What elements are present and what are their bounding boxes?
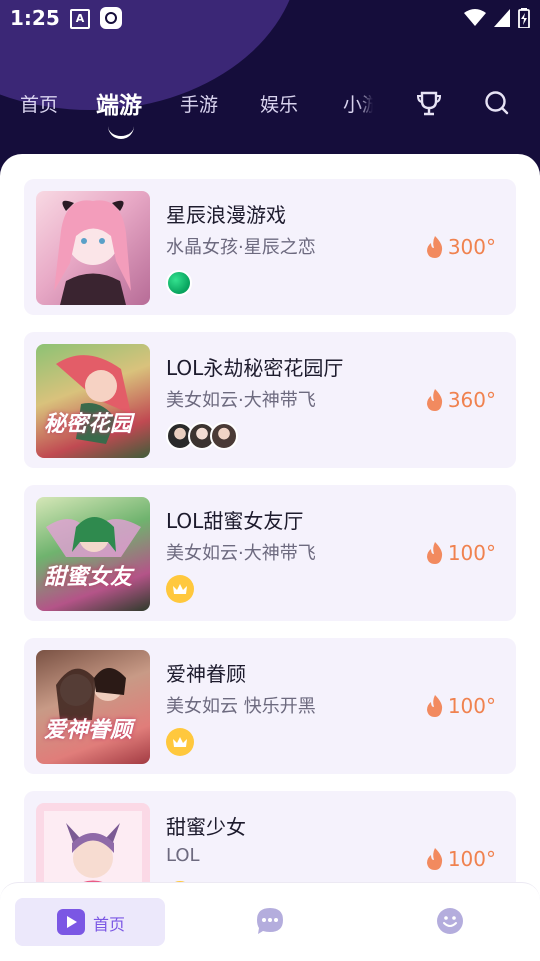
- green-status-badge: [166, 270, 192, 296]
- flame-icon: [426, 695, 442, 717]
- chat-icon[interactable]: [256, 907, 284, 935]
- tab-mobile-games[interactable]: 手游: [180, 90, 218, 117]
- room-subtitle: 水晶女孩·星辰之恋: [166, 237, 316, 258]
- anime-girl-illustration: [56, 355, 131, 444]
- category-tabs: 首页 端游 手游 娱乐 小游: [0, 82, 540, 139]
- smile-icon[interactable]: [436, 907, 464, 935]
- room-thumbnail: 甜蜜女友: [36, 497, 150, 611]
- heat-value: 100°: [447, 847, 496, 871]
- room-title: 星辰浪漫游戏: [166, 203, 286, 227]
- battery-icon: [518, 8, 530, 28]
- flame-icon: [426, 389, 442, 411]
- thumbnail-caption: 爱神眷顾: [44, 718, 133, 743]
- room-subtitle: 美女如云·大神带飞: [166, 390, 316, 411]
- room-card[interactable]: 爱神眷顾 爱神眷顾 美女如云 快乐开黑 100°: [24, 638, 516, 774]
- tab-home[interactable]: 首页: [20, 90, 58, 117]
- room-title: 甜蜜少女: [166, 815, 246, 839]
- trophy-icon[interactable]: [415, 90, 443, 118]
- room-subtitle: 美女如云 快乐开黑: [166, 696, 316, 717]
- active-tab-indicator: [108, 126, 134, 139]
- flame-icon: [426, 542, 442, 564]
- avatar: [210, 422, 238, 450]
- room-thumbnail: [36, 191, 150, 305]
- couple-illustration: [56, 668, 126, 720]
- nav-home-label: 首页: [93, 915, 126, 934]
- flame-icon: [426, 848, 442, 870]
- play-icon: [57, 909, 85, 935]
- crown-badge-icon: [166, 575, 194, 603]
- room-title: 爱神眷顾: [166, 662, 246, 686]
- app-notification-icon-2: [100, 7, 122, 29]
- signal-icon: [494, 9, 510, 27]
- status-time: 1:25: [10, 6, 60, 30]
- tab-mini-games[interactable]: 小游: [343, 90, 373, 117]
- room-list: 星辰浪漫游戏 水晶女孩·星辰之恋 300° 秘密花园 LOL永劫秘密花园厅 美女…: [0, 154, 540, 960]
- heat-value: 360°: [447, 388, 496, 412]
- room-card[interactable]: 甜蜜女友 LOL甜蜜女友厅 美女如云·大神带飞 100°: [24, 485, 516, 621]
- room-card[interactable]: 秘密花园 LOL永劫秘密花园厅 美女如云·大神带飞 360°: [24, 332, 516, 468]
- room-thumbnail: 爱神眷顾: [36, 650, 150, 764]
- header: 1:25 A 首页 端游 手游 娱乐 小游: [0, 0, 540, 175]
- heat-value: 300°: [447, 235, 496, 259]
- thumbnail-caption: 甜蜜女友: [44, 565, 133, 590]
- heat-indicator: 360°: [426, 388, 496, 412]
- thumbnail-caption: 秘密花园: [44, 412, 133, 437]
- room-thumbnail: 秘密花园: [36, 344, 150, 458]
- tab-pc-games[interactable]: 端游: [96, 86, 142, 120]
- heat-indicator: 100°: [426, 541, 496, 565]
- wifi-icon: [464, 9, 486, 26]
- member-avatars: [166, 422, 238, 450]
- flame-icon: [426, 236, 442, 258]
- app-notification-icon: A: [70, 9, 90, 29]
- room-title: LOL甜蜜女友厅: [166, 509, 304, 533]
- search-icon[interactable]: [484, 90, 510, 116]
- status-bar: 1:25 A: [0, 0, 540, 38]
- heat-indicator: 100°: [426, 694, 496, 718]
- anime-girl-illustration: [54, 200, 131, 305]
- room-card[interactable]: 星辰浪漫游戏 水晶女孩·星辰之恋 300°: [24, 179, 516, 315]
- nav-home-button[interactable]: 首页: [15, 898, 165, 946]
- crown-badge-icon: [166, 728, 194, 756]
- heat-value: 100°: [447, 694, 496, 718]
- room-subtitle: LOL: [166, 845, 200, 866]
- room-subtitle: 美女如云·大神带飞: [166, 543, 316, 564]
- room-title: LOL永劫秘密花园厅: [166, 356, 344, 380]
- heat-indicator: 300°: [426, 235, 496, 259]
- anime-girl-illustration: [46, 517, 141, 557]
- bottom-navigation: 首页: [0, 882, 540, 961]
- heat-indicator: 100°: [426, 847, 496, 871]
- tab-entertainment[interactable]: 娱乐: [260, 90, 298, 117]
- heat-value: 100°: [447, 541, 496, 565]
- status-icons: [464, 8, 530, 28]
